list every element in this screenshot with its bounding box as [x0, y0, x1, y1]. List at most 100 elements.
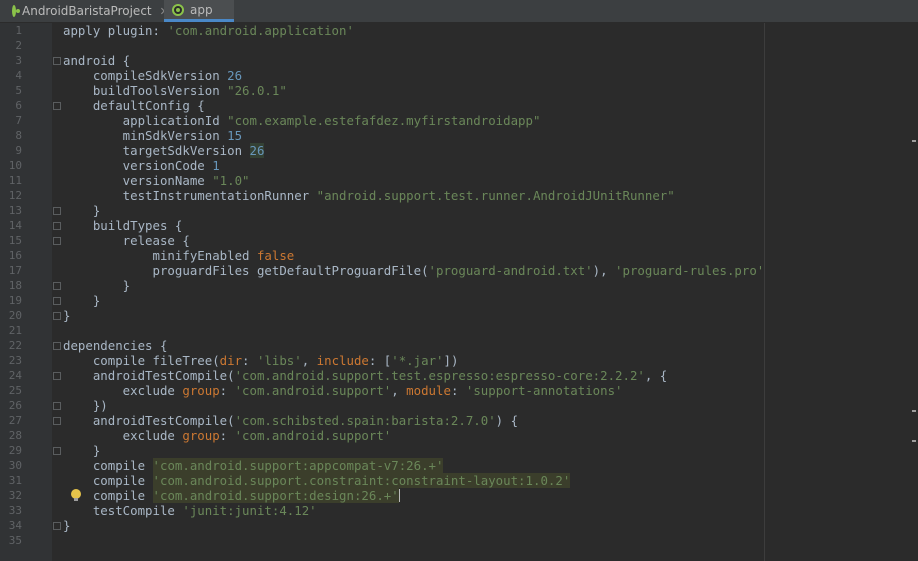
code-token: 'com.android.support' [234, 428, 392, 443]
code-token: exclude [63, 428, 183, 443]
code-line[interactable]: compileSdkVersion 26 [63, 68, 764, 83]
code-line[interactable] [63, 323, 764, 338]
fold-marker-icon[interactable] [53, 372, 61, 380]
code-token: } [63, 278, 131, 293]
code-line[interactable]: dependencies { [63, 338, 764, 353]
line-number: 13 [8, 204, 22, 217]
fold-marker-icon[interactable] [53, 57, 61, 65]
line-number: 21 [8, 324, 22, 337]
code-line[interactable]: compile 'com.android.support:appcompat-v… [63, 458, 764, 473]
line-number: 27 [8, 414, 22, 427]
fold-marker-icon[interactable] [53, 207, 61, 215]
code-token: }) [63, 398, 108, 413]
code-token: 26 [249, 143, 265, 158]
scrollbar-marker[interactable] [912, 440, 916, 442]
code-line[interactable]: androidTestCompile('com.android.support.… [63, 368, 764, 383]
code-line[interactable]: } [63, 443, 764, 458]
line-number: 5 [15, 84, 22, 97]
fold-marker-icon[interactable] [53, 342, 61, 350]
code-line[interactable]: compile 'com.android.support.constraint:… [63, 473, 764, 488]
tab-label: app [190, 2, 213, 17]
code-token: ), [592, 263, 616, 278]
code-line[interactable]: }) [63, 398, 764, 413]
lightbulb-icon[interactable] [71, 489, 81, 501]
fold-marker-icon[interactable] [53, 402, 61, 410]
fold-marker-icon[interactable] [53, 222, 61, 230]
code-token: minSdkVersion [63, 128, 228, 143]
tab-app[interactable]: app [164, 0, 234, 22]
code-line[interactable]: targetSdkVersion 26 [63, 143, 764, 158]
code-token: versionName [63, 173, 213, 188]
code-token: applicationId [63, 113, 228, 128]
code-line[interactable]: apply plugin: 'com.android.application' [63, 23, 764, 38]
code-line[interactable]: testInstrumentationRunner "android.suppo… [63, 188, 764, 203]
code-line[interactable] [63, 38, 764, 53]
code-token: release { [63, 233, 190, 248]
code-line[interactable]: exclude group: 'com.android.support', mo… [63, 383, 764, 398]
code-token: : [219, 383, 235, 398]
line-number: 7 [15, 114, 22, 127]
code-line[interactable]: minifyEnabled false [63, 248, 764, 263]
code-token: : [242, 353, 257, 368]
fold-marker-icon[interactable] [53, 297, 61, 305]
code-token: buildTypes { [63, 218, 183, 233]
code-line[interactable] [63, 533, 764, 548]
code-line[interactable]: exclude group: 'com.android.support' [63, 428, 764, 443]
code-token: , [391, 383, 407, 398]
fold-marker-icon[interactable] [53, 417, 61, 425]
code-line[interactable]: } [63, 518, 764, 533]
code-token: 'support-annotations' [465, 383, 623, 398]
code-token: android { [63, 53, 131, 68]
tab-androidbaristaproject[interactable]: AndroidBaristaProject ✕ [4, 0, 169, 22]
fold-marker-icon[interactable] [53, 237, 61, 245]
code-line[interactable]: } [63, 308, 764, 323]
code-token: ) { [495, 413, 519, 428]
code-token: : [ [368, 353, 392, 368]
line-number: 22 [8, 339, 22, 352]
code-line[interactable]: testCompile 'junit:junit:4.12' [63, 503, 764, 518]
fold-marker-icon[interactable] [53, 522, 61, 530]
gradle-icon [12, 5, 20, 17]
line-number: 33 [8, 504, 22, 517]
code-token: 'com.android.support' [234, 383, 392, 398]
code-line[interactable]: } [63, 278, 764, 293]
code-line[interactable]: proguardFiles getDefaultProguardFile('pr… [63, 263, 765, 278]
scrollbar-marker[interactable] [912, 140, 916, 142]
code-token: testCompile [63, 503, 183, 518]
code-line[interactable]: release { [63, 233, 764, 248]
line-number: 8 [15, 129, 22, 142]
code-line[interactable]: versionCode 1 [63, 158, 764, 173]
code-token: compile [63, 473, 153, 488]
code-line[interactable]: buildTypes { [63, 218, 764, 233]
code-line[interactable]: compile 'com.android.support:design:26.+… [63, 488, 764, 503]
code-token: proguardFiles getDefaultProguardFile( [63, 263, 429, 278]
tab-label: AndroidBaristaProject [22, 4, 152, 18]
code-token: group [182, 383, 220, 398]
fold-marker-icon[interactable] [53, 102, 61, 110]
code-editor[interactable]: apply plugin: 'com.android.application' … [63, 23, 764, 548]
code-line[interactable]: androidTestCompile('com.schibsted.spain:… [63, 413, 764, 428]
editor-tab-bar: AndroidBaristaProject ✕ app [0, 0, 918, 23]
fold-marker-icon[interactable] [53, 447, 61, 455]
fold-marker-icon[interactable] [53, 282, 61, 290]
code-line[interactable]: } [63, 293, 764, 308]
line-number: 35 [8, 534, 22, 547]
code-line[interactable]: android { [63, 53, 764, 68]
code-line[interactable]: } [63, 203, 764, 218]
code-line[interactable]: applicationId "com.example.estefafdez.my… [63, 113, 764, 128]
line-number: 30 [8, 459, 22, 472]
line-number: 26 [8, 399, 22, 412]
fold-marker-icon[interactable] [53, 312, 61, 320]
code-token: : [450, 383, 466, 398]
code-line[interactable]: buildToolsVersion "26.0.1" [63, 83, 764, 98]
code-line[interactable]: minSdkVersion 15 [63, 128, 764, 143]
code-line[interactable]: versionName "1.0" [63, 173, 764, 188]
code-line[interactable]: defaultConfig { [63, 98, 764, 113]
line-number: 34 [8, 519, 22, 532]
code-token: 'com.android.support.test.espresso:espre… [234, 368, 645, 383]
code-token: androidTestCompile( [63, 413, 235, 428]
code-token: targetSdkVersion [63, 143, 250, 158]
code-line[interactable]: compile fileTree(dir: 'libs', include: [… [63, 353, 764, 368]
code-token: compile fileTree( [63, 353, 220, 368]
scrollbar-marker[interactable] [912, 410, 916, 412]
